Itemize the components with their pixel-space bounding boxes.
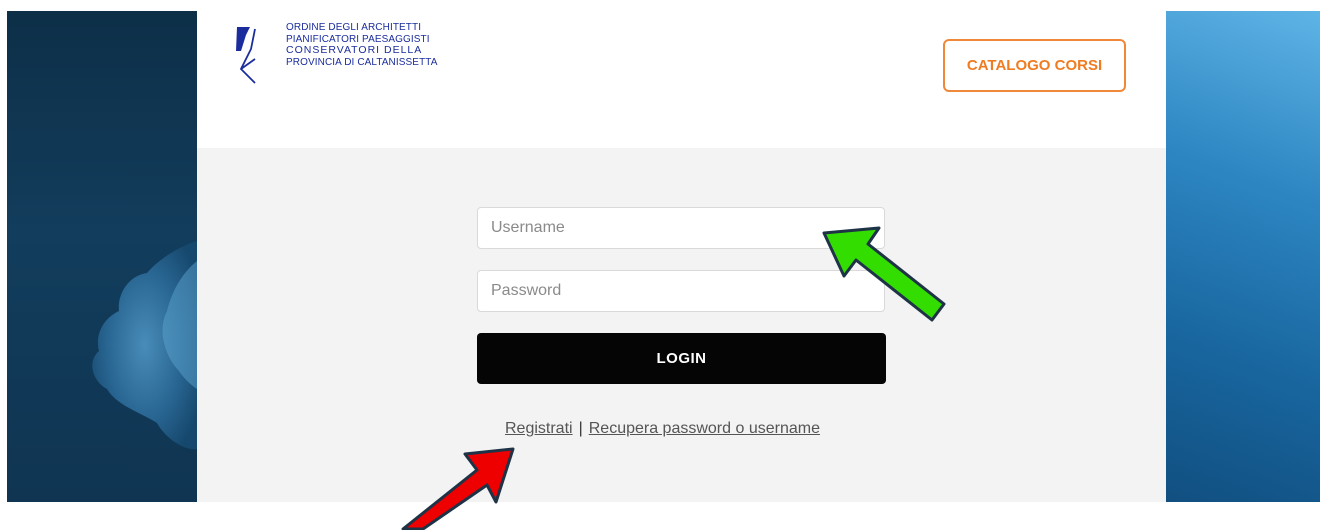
- brand-line: PROVINCIA DI CALTANISSETTA: [286, 56, 438, 68]
- background-panel-right: [1166, 11, 1320, 502]
- background-panel-left: [7, 11, 197, 502]
- header: ORDINE DEGLI ARCHITETTI PIANIFICATORI PA…: [197, 11, 1166, 148]
- brand-line: CONSERVATORI DELLA: [286, 44, 423, 56]
- brand-line: ORDINE DEGLI ARCHITETTI: [286, 22, 422, 33]
- catalog-button[interactable]: CATALOGO CORSI: [943, 39, 1126, 92]
- green-arrow-icon: [822, 226, 946, 322]
- login-button[interactable]: LOGIN: [477, 333, 886, 384]
- link-separator: |: [578, 420, 583, 437]
- brand-name: ORDINE DEGLI ARCHITETTI PIANIFICATORI PA…: [286, 22, 438, 68]
- red-arrow-icon: [401, 447, 515, 530]
- cloud-decoration: [92, 241, 197, 450]
- main-content: ORDINE DEGLI ARCHITETTI PIANIFICATORI PA…: [197, 11, 1166, 502]
- logo-icon: [236, 27, 256, 84]
- register-link[interactable]: Registrati: [505, 420, 573, 437]
- auth-links: Registrati | Recupera password o username: [505, 420, 820, 438]
- recover-password-link[interactable]: Recupera password o username: [589, 420, 820, 437]
